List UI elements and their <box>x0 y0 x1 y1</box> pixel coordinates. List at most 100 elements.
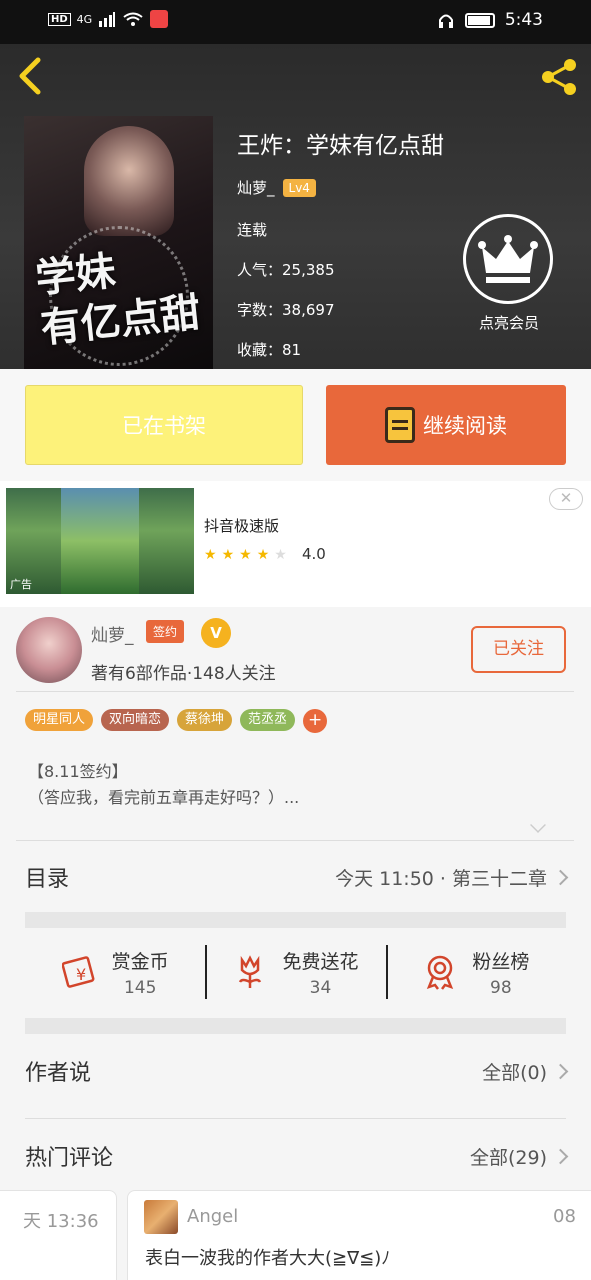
fan-ranking-button[interactable]: 粉丝榜 98 <box>385 937 566 1007</box>
author-says-all-text: 全部(0) <box>482 1061 547 1084</box>
battery-icon <box>464 12 495 28</box>
chevron-right-icon <box>552 1148 569 1164</box>
tag-more-button[interactable]: + <box>303 709 328 733</box>
star-icon: ★ <box>256 547 270 563</box>
back-icon[interactable] <box>14 56 50 96</box>
member-button[interactable] <box>463 214 553 304</box>
book-popularity: 人气：25,385 <box>237 261 335 279</box>
follow-button[interactable]: 已关注 <box>471 626 566 673</box>
book-word-count: 字数：38,697 <box>237 301 335 319</box>
in-shelf-button[interactable]: 已在书架 <box>25 385 303 465</box>
catalog-row[interactable]: 目录 今天 11:50 · 第三十二章 <box>25 861 569 893</box>
comment-carousel[interactable]: 天 13:36 Angel 表白一波我的作者大大(≧∇≦)ﾉ 08 <box>0 1190 591 1280</box>
hot-comments-row[interactable]: 热门评论 全部(29) <box>25 1140 569 1172</box>
tag-item[interactable]: 明星同人 <box>25 709 94 731</box>
continue-reading-label: 继续阅读 <box>423 414 507 438</box>
hot-comments-all-text: 全部(29) <box>469 1146 547 1169</box>
hot-comments-all: 全部(29) <box>469 1143 569 1170</box>
author-says-all: 全部(0) <box>482 1058 569 1085</box>
verified-badge: V <box>201 618 231 648</box>
svg-text:¥: ¥ <box>76 965 86 984</box>
share-icon[interactable] <box>537 54 583 100</box>
app-notification-icon <box>150 10 169 28</box>
tag-list: 明星同人 双向暗恋 蔡徐坤 范丞丞 + <box>25 709 328 733</box>
author-says-row[interactable]: 作者说 全部(0) <box>25 1055 569 1087</box>
book-status: 连载 <box>237 221 268 239</box>
catalog-latest: 今天 11:50 · 第三十二章 <box>335 864 569 891</box>
cover-title-art: 学妹 有亿点甜 <box>33 247 203 353</box>
ad-banner[interactable]: 广告 抖音极速版 ★ ★ ★ ★ ★ 4.0 ✕ <box>0 481 591 607</box>
author-says-title: 作者说 <box>25 1061 92 1086</box>
crown-icon <box>478 235 538 283</box>
author-stats: 著有6部作品·148人关注 <box>91 664 276 684</box>
book-header: 学妹 有亿点甜 王炸：学妹有亿点甜 灿萝_ Lv4 连载 人气：25,385 字数… <box>0 44 591 369</box>
book-author[interactable]: 灿萝_ <box>237 177 275 198</box>
catalog-latest-text: 今天 11:50 · 第三十二章 <box>335 867 547 890</box>
level-badge: Lv4 <box>282 178 316 197</box>
author-name[interactable]: 灿萝_ <box>91 621 134 646</box>
chevron-right-icon <box>552 1063 569 1079</box>
comment-time: 08 <box>553 1206 576 1227</box>
action-label: 赏金币 <box>111 950 169 973</box>
wifi-icon <box>123 12 143 26</box>
book-author-line: 灿萝_ Lv4 <box>237 177 316 198</box>
ad-image-stripe <box>61 488 139 594</box>
chevron-right-icon <box>552 869 569 885</box>
intro-line: （答应我，看完前五章再走好吗？）... <box>28 788 300 807</box>
clock: 5:43 <box>504 10 543 30</box>
hot-comments-title: 热门评论 <box>25 1146 114 1171</box>
commenter-avatar[interactable] <box>144 1200 178 1234</box>
flower-icon <box>239 955 262 988</box>
signal-bars-icon <box>99 12 116 27</box>
cover-figure <box>84 126 174 236</box>
chevron-down-icon[interactable] <box>530 817 546 833</box>
catalog-title: 目录 <box>25 867 70 892</box>
action-buttons: 已在书架 继续阅读 <box>0 369 591 481</box>
star-icon: ★ <box>204 547 217 563</box>
action-label: 免费送花 <box>282 950 359 973</box>
author-section: 灿萝_ 签约 V 著有6部作品·148人关注 已关注 明星同人 双向暗恋 蔡徐坤… <box>0 607 591 1171</box>
ad-tag: 广告 <box>10 578 32 591</box>
reward-coins-button[interactable]: ¥ 赏金币 145 <box>25 937 205 1007</box>
action-value: 145 <box>123 977 157 998</box>
member-label[interactable]: 点亮会员 <box>464 312 554 333</box>
action-value: 98 <box>490 977 512 998</box>
divider <box>25 1118 566 1119</box>
action-value: 34 <box>309 977 332 998</box>
commenter-name[interactable]: Angel <box>187 1206 238 1227</box>
action-label: 粉丝榜 <box>472 950 530 973</box>
book-intro[interactable]: 【8.11签约】 （答应我，看完前五章再走好吗？）... <box>28 759 299 811</box>
tag-item[interactable]: 范丞丞 <box>240 709 296 731</box>
support-actions: ¥ 赏金币 145 免费送花 34 粉丝榜 98 <box>25 937 566 1007</box>
coin-envelope-icon: ¥ <box>61 956 95 988</box>
hd-icon: HD <box>48 12 71 26</box>
medal-icon <box>427 955 454 990</box>
divider <box>16 691 574 692</box>
star-icon: ★ <box>239 547 252 563</box>
signal-icon: 4G <box>76 12 93 26</box>
book-icon <box>385 407 415 443</box>
signed-badge: 签约 <box>146 620 185 643</box>
comment-card[interactable]: 天 13:36 <box>0 1190 117 1280</box>
ad-close-button[interactable]: ✕ <box>549 488 583 510</box>
in-shelf-label: 已在书架 <box>122 414 206 438</box>
ad-star-rating: ★ ★ ★ ★ ★ <box>204 547 287 563</box>
book-title: 王炸：学妹有亿点甜 <box>237 133 444 159</box>
continue-reading-button[interactable]: 继续阅读 <box>326 385 566 465</box>
section-spacer <box>25 1018 566 1034</box>
ad-image[interactable]: 广告 <box>6 488 194 594</box>
comment-text: 表白一波我的作者大大(≧∇≦)ﾉ <box>145 1248 391 1269</box>
star-empty-icon: ★ <box>274 547 287 563</box>
author-avatar[interactable] <box>16 617 82 683</box>
book-cover[interactable]: 学妹 有亿点甜 <box>24 116 213 369</box>
ad-app-name[interactable]: 抖音极速版 <box>204 515 279 536</box>
ad-rating-value: 4.0 <box>302 545 326 563</box>
intro-line: 【8.11签约】 <box>28 762 128 781</box>
book-favorites: 收藏：81 <box>237 341 302 359</box>
tag-item[interactable]: 蔡徐坤 <box>177 709 233 731</box>
divider <box>16 840 574 841</box>
star-icon: ★ <box>221 547 235 563</box>
tag-item[interactable]: 双向暗恋 <box>101 709 170 731</box>
status-bar: HD 4G 5:43 <box>0 0 591 44</box>
send-flower-button[interactable]: 免费送花 34 <box>205 937 385 1007</box>
